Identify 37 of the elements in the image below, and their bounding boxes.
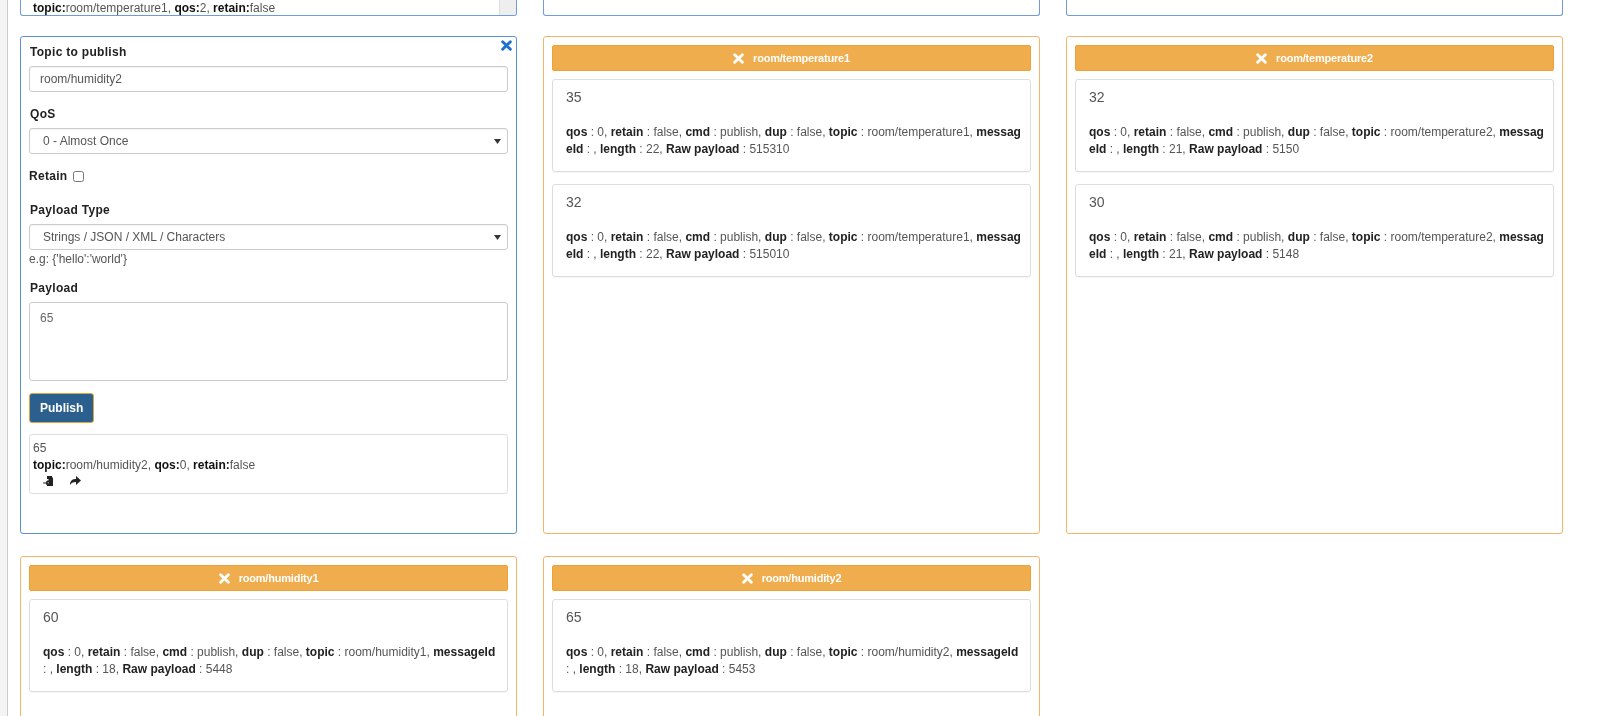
topic-title: room/humidity1	[238, 572, 319, 584]
retain-checkbox[interactable]	[73, 170, 85, 182]
topic-title: room/temperature1	[753, 52, 850, 64]
field-label: Retain	[29, 169, 68, 183]
forward-arrow-icon[interactable]	[69, 475, 81, 486]
log-meta: topic:room/humidity2, qos:0, retain:false	[33, 457, 257, 474]
topic-title: room/temperature2	[1276, 52, 1373, 64]
log-payload: 65	[33, 440, 48, 457]
payload-type-select[interactable]: Strings / JSON / XML / Characters	[29, 224, 508, 250]
message-payload: 60	[43, 609, 60, 625]
message-payload: 35	[566, 89, 583, 105]
scrollbar[interactable]	[499, 0, 516, 15]
caret-icon	[494, 138, 501, 144]
message-details: qos : 0, retain : false, cmd : publish, dup : false, topic : room/temperature1, messageId : , length : 22, Raw payload : 515310	[566, 124, 1022, 158]
field-label: Payload Type	[30, 203, 112, 217]
field-label: Payload	[30, 281, 80, 295]
message-details: qos : 0, retain : false, cmd : publish, dup : false, topic : room/humidity2, messageId : , length : 18, Raw payload : 5453	[566, 644, 1020, 678]
close-icon[interactable]	[501, 40, 512, 51]
publish-log-text: topic:room/temperature1, qos:2, retain:false	[33, 1, 277, 15]
payload-textarea[interactable]: 65	[29, 302, 508, 381]
clipboard-icon[interactable]	[43, 475, 55, 487]
message-payload: 30	[1089, 194, 1106, 210]
caret-icon	[494, 234, 501, 240]
message-details: qos : 0, retain : false, cmd : publish, dup : false, topic : room/temperature2, messageId : , length : 21, Raw payload : 5148	[1089, 229, 1545, 263]
hint-text: e.g: {'hello':'world'}	[29, 252, 128, 266]
message-details: qos : 0, retain : false, cmd : publish, dup : false, topic : room/humidity1, messageId : , length : 18, Raw payload : 5448	[43, 644, 497, 678]
field-label: Topic to publish	[30, 45, 128, 59]
topic-title: room/humidity2	[761, 572, 842, 584]
message-payload: 32	[566, 194, 583, 210]
message-payload: 32	[1089, 89, 1106, 105]
qos-select[interactable]: 0 - Almost Once	[29, 128, 508, 154]
publish-button[interactable]: Publish	[29, 393, 95, 423]
topic-field[interactable]: room/humidity2	[29, 66, 508, 92]
message-details: qos : 0, retain : false, cmd : publish, dup : false, topic : room/temperature2, messageId : , length : 21, Raw payload : 5150	[1089, 124, 1545, 158]
message-payload: 65	[566, 609, 583, 625]
field-label: QoS	[30, 107, 57, 121]
message-details: qos : 0, retain : false, cmd : publish, dup : false, topic : room/temperature1, messageId : , length : 22, Raw payload : 515010	[566, 229, 1022, 263]
